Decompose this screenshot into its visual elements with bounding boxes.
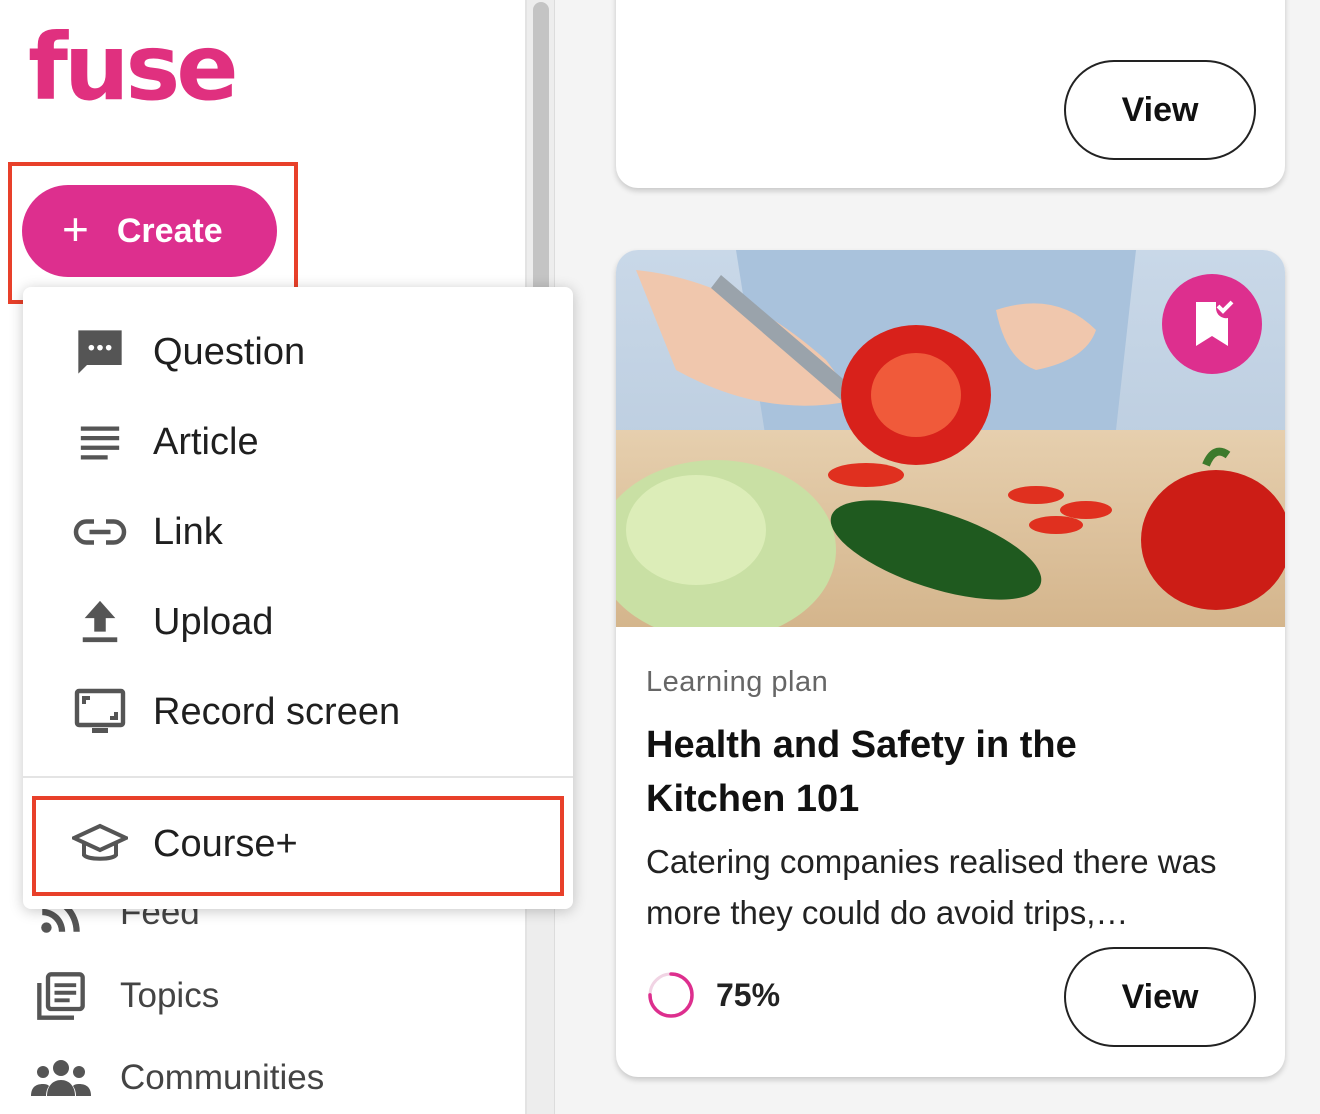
content-card: View	[616, 0, 1285, 188]
record-screen-icon	[65, 688, 135, 736]
create-button-label: Create	[116, 211, 223, 250]
fuse-logo[interactable]: fuse	[28, 22, 239, 114]
scrollbar-thumb[interactable]	[533, 2, 549, 298]
card-title[interactable]: Health and Safety in the Kitchen 101	[646, 718, 1206, 826]
menu-item-label: Upload	[153, 600, 274, 643]
menu-divider	[23, 776, 573, 778]
menu-item-link[interactable]: Link	[23, 492, 573, 572]
menu-item-question[interactable]: Question	[23, 312, 573, 392]
card-type-label: Learning plan	[646, 666, 829, 698]
article-lines-icon	[65, 422, 135, 462]
nav-item-topics[interactable]: Topics	[30, 970, 219, 1022]
nav-item-communities[interactable]: Communities	[30, 1056, 324, 1100]
menu-item-upload[interactable]: Upload	[23, 582, 573, 662]
bookmark-check-icon	[1162, 274, 1262, 374]
progress-indicator: 75%	[646, 970, 780, 1020]
progress-percent: 75%	[716, 976, 781, 1013]
view-button[interactable]: View	[1064, 60, 1256, 160]
plus-icon: +	[62, 203, 89, 255]
progress-ring-icon	[648, 972, 694, 1018]
link-icon	[65, 517, 135, 547]
view-button[interactable]: View	[1064, 947, 1256, 1047]
upload-icon	[65, 599, 135, 645]
chat-bubble-icon	[65, 326, 135, 378]
menu-item-label: Record screen	[153, 690, 401, 733]
nav-item-label: Topics	[120, 976, 220, 1015]
topics-icon	[30, 970, 92, 1022]
menu-item-article[interactable]: Article	[23, 402, 573, 482]
people-icon	[30, 1056, 92, 1100]
course-plus-highlight-box	[32, 796, 564, 896]
nav-item-label: Communities	[120, 1058, 325, 1097]
menu-item-record-screen[interactable]: Record screen	[23, 672, 573, 752]
menu-item-label: Link	[153, 510, 223, 553]
menu-item-label: Article	[153, 420, 259, 463]
menu-item-label: Question	[153, 330, 306, 373]
learning-plan-card[interactable]: Learning plan Health and Safety in the K…	[616, 250, 1285, 1077]
card-description: Catering companies realised there was mo…	[646, 843, 1217, 931]
create-button[interactable]: + Create	[22, 185, 277, 277]
